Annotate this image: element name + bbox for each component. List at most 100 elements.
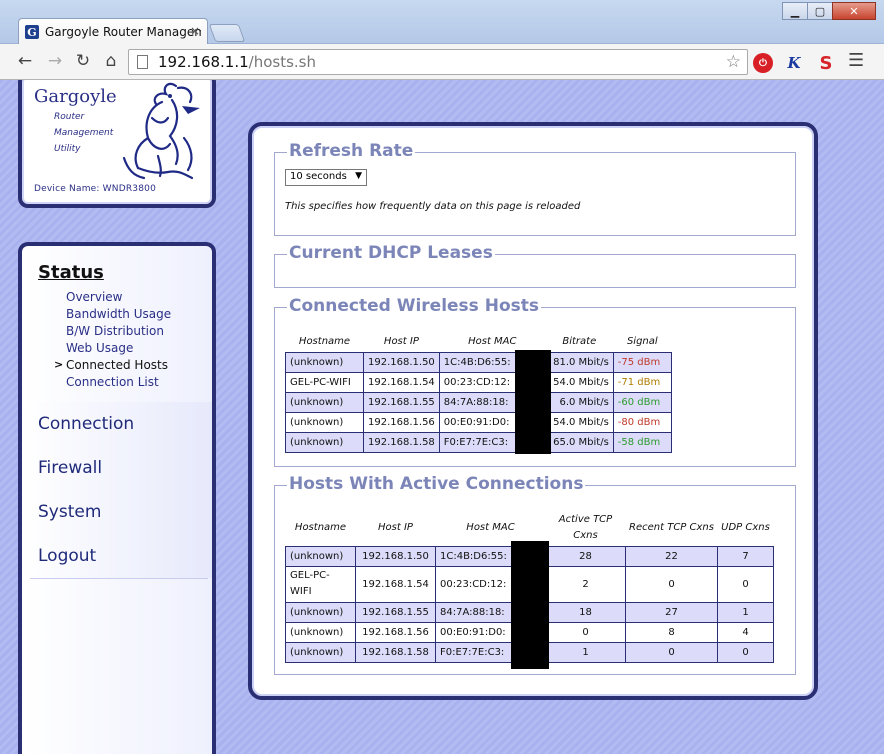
column-header: Bitrate [562,336,597,348]
recent-tcp-cell: 27 [625,601,718,623]
signal-cell: -58 dBm [612,431,672,453]
refresh-rate-value: 10 seconds [290,171,347,182]
column-header: Active TCP Cxns [558,513,613,541]
back-icon[interactable]: ← [14,51,36,71]
table-row: GEL-PC-WIFI 192.168.1.54 00:23:CD:12: 54.0 … [285,371,672,393]
wireless-hosts-title: Connected Wireless Hosts [287,296,541,316]
reload-icon[interactable]: ↻ [72,51,94,71]
hostname-cell: (unknown) [285,431,364,453]
host-ip-cell: 192.168.1.50 [355,545,436,567]
udp-cell: 7 [717,545,774,567]
stop-extension-icon[interactable]: ⏻ [753,53,773,73]
nav-main-logout[interactable]: Logout [22,534,212,578]
s-extension-icon[interactable]: S [816,53,836,74]
active-tcp-cell: 28 [545,545,626,567]
host-ip-cell: 192.168.1.56 [355,621,436,643]
sidebar-nav: Status Overview Bandwidth Usage B/W Dist… [18,242,216,754]
hostname-cell: (unknown) [285,411,364,433]
bookmark-star-icon[interactable]: ☆ [726,52,741,72]
host-ip-cell: 192.168.1.56 [363,411,440,433]
page-icon [137,55,148,69]
active-tcp-cell: 1 [545,641,626,663]
logo-subtitle-utility: Utility [54,144,81,154]
hostname-cell: (unknown) [285,641,356,663]
column-header: Host IP [383,336,419,348]
refresh-rate-title: Refresh Rate [287,141,416,161]
recent-tcp-cell: 8 [625,621,718,643]
nav-main-firewall[interactable]: Firewall [22,446,212,490]
minimize-icon[interactable]: ▁ [782,2,808,20]
table-row: (unknown) 192.168.1.56 00:E0:91:D0: 54.0 Mb… [285,411,672,433]
table-row: (unknown) 192.168.1.50 1C:4B:D6:55: 81.0 Mb… [285,351,672,373]
recent-tcp-cell: 0 [625,641,718,663]
host-ip-cell: 192.168.1.58 [363,431,440,453]
chrome-menu-icon[interactable]: ☰ [848,50,864,71]
active-tcp-cell: 0 [545,621,626,643]
host-ip-cell: 192.168.1.54 [355,565,436,603]
column-header: UDP Cxns [721,521,770,533]
nav-item-web-usage[interactable]: Web Usage [66,341,133,355]
forward-icon[interactable]: → [44,51,66,71]
table-row: (unknown) 192.168.1.55 84:7A:88:18: 6.0 Mbi… [285,391,672,413]
column-header: Host MAC [468,336,517,348]
column-header: Recent TCP Cxns [629,521,714,533]
hostname-cell: GEL-PC-WIFI [285,565,356,603]
home-icon[interactable]: ⌂ [100,51,122,71]
dropdown-arrow-icon: ▼ [355,171,362,181]
wireless-hosts-table: Hostname Host IP Host MAC Bitrate Signal… [285,332,672,453]
browser-titlebar: G Gargoyle Router Managem × ▁ ▢ ✕ [0,0,884,45]
logo-subtitle-router: Router [54,112,85,122]
current-item-arrow-icon: > [54,358,64,371]
nav-item-connection-list[interactable]: Connection List [66,375,159,389]
column-header: Hostname [294,522,347,534]
nav-main-system[interactable]: System [22,490,212,534]
url-host: 192.168.1.1 [158,53,249,71]
device-name: Device Name: WNDR3800 [34,184,157,194]
active-tcp-cell: 2 [545,565,626,603]
wireless-hosts-section: Connected Wireless Hosts Hostname Host I… [274,296,796,467]
hostname-cell: GEL-PC-WIFI [285,371,364,393]
tab-title: Gargoyle Router Managem [45,25,201,39]
new-tab-button[interactable] [208,24,246,42]
nav-main-connection[interactable]: Connection [22,402,212,446]
bitrate-cell: 81.0 Mbit/s [544,351,614,373]
active-tcp-cell: 18 [545,601,626,623]
refresh-rate-help: This specifies how frequently data on th… [285,201,581,212]
nav-item-bandwidth-usage[interactable]: Bandwidth Usage [66,307,171,321]
signal-cell: -71 dBm [612,371,672,393]
column-header: Signal [626,336,658,348]
maximize-icon[interactable]: ▢ [807,2,833,20]
signal-cell: -80 dBm [612,411,672,433]
udp-cell: 0 [717,565,774,603]
nav-section-status[interactable]: Status [38,262,104,283]
udp-cell: 0 [717,641,774,663]
logo-title: Gargoyle [34,86,117,107]
bitrate-cell: 54.0 Mbit/s [544,371,614,393]
page-background: Gargoyle Router Management Utility Devic… [0,80,884,754]
nav-item-connected-hosts[interactable]: Connected Hosts [66,358,168,372]
redaction-bar [511,541,549,669]
column-header: Hostname [298,336,351,348]
hostname-cell: (unknown) [285,391,364,413]
active-connections-title: Hosts With Active Connections [287,474,586,494]
browser-tab[interactable]: G Gargoyle Router Managem × [18,18,208,45]
hostname-cell: (unknown) [285,545,356,567]
k-extension-icon[interactable]: K [784,53,804,73]
bitrate-cell: 65.0 Mbit/s [544,431,614,453]
address-bar[interactable]: 192.168.1.1/hosts.sh ☆ [128,49,748,75]
nav-item-overview[interactable]: Overview [66,290,123,304]
refresh-rate-select[interactable]: 10 seconds ▼ [285,169,367,186]
udp-cell: 4 [717,621,774,643]
tab-close-icon[interactable]: × [190,24,200,38]
recent-tcp-cell: 22 [625,545,718,567]
host-ip-cell: 192.168.1.55 [363,391,440,413]
browser-toolbar: ← → ↻ ⌂ 192.168.1.1/hosts.sh ☆ ⏻ K S ☰ [0,44,884,80]
logo-subtitle-management: Management [54,128,114,138]
recent-tcp-cell: 0 [625,565,718,603]
redaction-bar [515,350,551,454]
active-connections-section: Hosts With Active Connections Hostname H… [274,474,796,675]
host-ip-cell: 192.168.1.55 [355,601,436,623]
gargoyle-favicon-icon: G [25,25,39,39]
nav-item-bw-distribution[interactable]: B/W Distribution [66,324,164,338]
window-close-icon[interactable]: ✕ [832,2,876,20]
